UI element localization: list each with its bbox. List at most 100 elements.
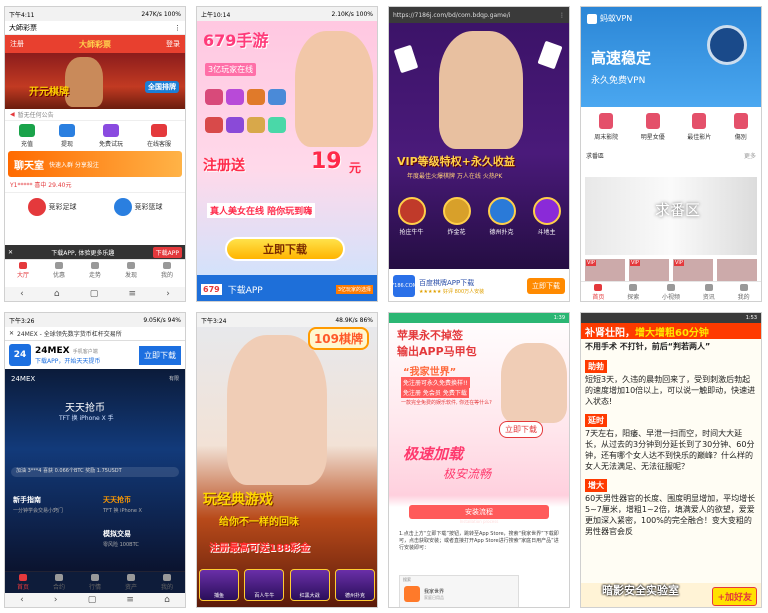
user-icon [162, 262, 171, 269]
bottom-download-bar[interactable]: 679 下载APP 3亿玩家的选择 [197, 275, 377, 301]
section-1-title: 助勃 [585, 360, 607, 373]
forward-icon[interactable]: › [54, 595, 58, 605]
ad-download-button[interactable]: 立即下载 [527, 278, 565, 294]
register-button[interactable]: 注册 [10, 39, 24, 49]
menu-icon[interactable]: ≡ [126, 595, 134, 605]
game-icon[interactable] [268, 89, 286, 105]
game-label: 捕鱼 [213, 593, 224, 599]
category-item[interactable]: 最佳影片 [687, 113, 711, 143]
bottom-tabs: 首页 合约 行情 资产 我的 [5, 571, 185, 593]
add-friend-button[interactable]: +加好友 [712, 586, 757, 606]
home-nav-icon[interactable]: ⌂ [54, 289, 60, 299]
more-link[interactable]: 更多 [744, 151, 756, 160]
category-item[interactable]: 周末影院 [594, 113, 618, 143]
tab-label: 行情 [88, 584, 101, 591]
tab-trend[interactable]: 走势 [89, 262, 101, 279]
power-icon[interactable] [707, 25, 747, 65]
game-icon[interactable] [247, 116, 265, 133]
user-icon [739, 284, 748, 291]
tab-mine[interactable]: 我的 [161, 574, 173, 591]
download-button[interactable]: 立即下载 [139, 345, 181, 365]
tab-discover[interactable]: 发现 [125, 262, 137, 279]
bottom-text: 下载APP [227, 285, 263, 296]
game-icon[interactable] [247, 89, 265, 105]
back-icon[interactable]: ‹ [20, 595, 24, 605]
game-niuniu[interactable]: 抢庄牛牛 [397, 197, 426, 236]
football-game[interactable]: 竞彩足球 [27, 196, 77, 217]
promo-banner[interactable]: 开元棋牌 全国排牌 [5, 53, 185, 109]
recent-icon[interactable]: ▢ [88, 595, 97, 605]
guide-title[interactable]: 新手指南 [13, 495, 41, 505]
card-icon [58, 124, 75, 137]
game-tile[interactable]: 德州扑克 [334, 569, 375, 601]
section-title: 求番區 [586, 153, 605, 160]
model-photo [227, 335, 327, 485]
game-icon[interactable] [226, 116, 244, 133]
login-button[interactable]: 登录 [166, 39, 180, 49]
download-app-button[interactable]: 下载APP [152, 246, 182, 258]
rate-label: 有限 [168, 376, 179, 382]
game-icon[interactable] [268, 116, 286, 133]
game-tile[interactable]: 捕鱼 [199, 569, 239, 601]
tab-shorts[interactable]: 小视频 [662, 284, 680, 301]
support-action[interactable]: 在线客服 [147, 124, 171, 148]
back-icon[interactable]: ‹ [20, 289, 24, 299]
game-icon[interactable] [205, 116, 223, 133]
film-icon [599, 113, 614, 129]
download-now-button[interactable]: 立即下载 [225, 237, 345, 261]
tab-mine[interactable]: 我的 [161, 262, 173, 279]
featured-card[interactable]: 求番区 [585, 177, 757, 255]
game-texas[interactable]: 德州扑克 [487, 197, 516, 236]
game-zhajinhua[interactable]: 炸金花 [442, 197, 471, 236]
status-bar: 1:39 [389, 313, 569, 323]
home-nav-icon[interactable]: ⌂ [164, 595, 170, 605]
menu-icon[interactable]: ≡ [129, 289, 137, 299]
tab-explore[interactable]: 探索 [627, 284, 639, 301]
thumb-card[interactable]: VIP [585, 259, 625, 281]
game-tile[interactable]: 百人牛牛 [244, 569, 285, 601]
chat-sub: 快速入群 分享投注 [49, 161, 99, 169]
game-label: 炸金花 [447, 229, 466, 236]
more-icon[interactable]: ⋮ [174, 24, 181, 32]
tab-news[interactable]: 资讯 [703, 284, 715, 301]
address-bar[interactable]: https://7186j.com/bd/com.bdqp.game/i ⋮ [389, 7, 569, 23]
game-icon[interactable] [226, 89, 244, 105]
basketball-game[interactable]: 竞彩篮球 [113, 196, 163, 217]
section-1-text: 短短3天，久违的晨勃回来了，受到刺激后勃起的速度增加10倍以上，可以说一触即动，… [585, 375, 756, 406]
chatroom-banner[interactable]: 聊天室 快速入群 分享投注 [8, 151, 182, 177]
thumb-card[interactable]: VIP [629, 259, 669, 281]
close-icon[interactable]: ✕ [8, 249, 13, 256]
tab-contract[interactable]: 合约 [53, 574, 65, 591]
withdraw-action[interactable]: 提现 [58, 124, 75, 148]
forward-icon[interactable]: › [166, 289, 170, 299]
tab-market[interactable]: 行情 [89, 574, 101, 591]
close-icon[interactable]: ✕ [9, 330, 14, 337]
game-doudizhu[interactable]: 斗地主 [532, 197, 561, 236]
demo-sub: 零风险 100BTC [103, 542, 139, 548]
demo-title[interactable]: 模拟交易 [103, 529, 131, 539]
win-ticker: 加油 3***4 喜获 0.066个BTC 奖励 1.75USDT [11, 467, 179, 477]
tab-home[interactable]: 首页 [592, 284, 604, 301]
tab-lobby[interactable]: 大厅 [17, 262, 29, 279]
game-icon[interactable] [205, 89, 223, 105]
menu-icon[interactable]: ⋮ [559, 12, 565, 19]
thumb-card[interactable]: VIP [673, 259, 713, 281]
tab-assets[interactable]: 资产 [125, 574, 137, 591]
download-now-button[interactable]: 立即下载 [499, 421, 543, 438]
game-tile[interactable]: 红黑大战 [289, 569, 330, 601]
thumb-card[interactable] [717, 259, 757, 281]
category-item[interactable]: 明星女優 [641, 113, 665, 143]
free-trial-action[interactable]: 免费试玩 [99, 124, 123, 148]
category-item[interactable]: 傷別 [733, 113, 748, 143]
recent-icon[interactable]: ▢ [90, 289, 99, 299]
grab-title[interactable]: 天天抢币 [103, 495, 131, 505]
status-bar: 下午3:24 48.9K/s 86% [197, 313, 377, 327]
recharge-action[interactable]: 充值 [18, 124, 35, 148]
section-3-text: 60天男性器官的长度、围度明显增加，平均增长5~7厘米，增粗1~2倍，填满爱人的… [585, 494, 756, 536]
game-icon [487, 197, 516, 225]
tab-home[interactable]: 首页 [17, 574, 29, 591]
promo-subtitle: TFT 换 iPhone X 手 [59, 415, 114, 422]
tab-label: 优惠 [52, 272, 65, 279]
tab-mine[interactable]: 我的 [738, 284, 750, 301]
tab-promo[interactable]: 优惠 [53, 262, 65, 279]
